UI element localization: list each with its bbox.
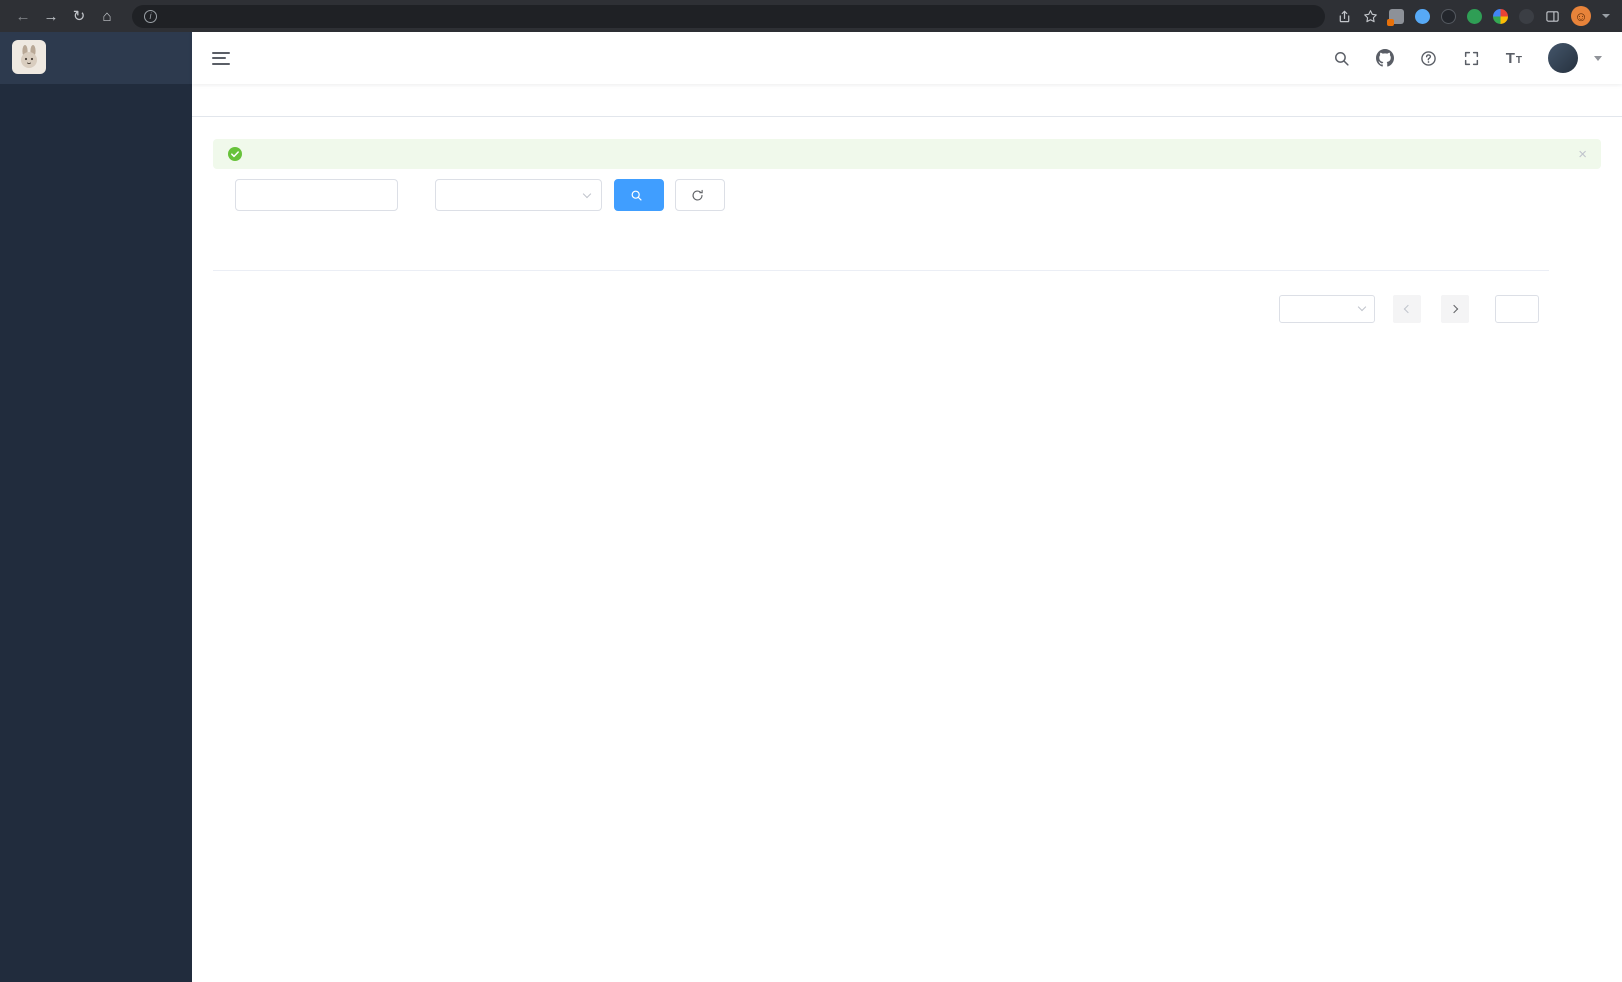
topbar-actions: TT <box>1333 43 1602 73</box>
extensions-puzzle-icon[interactable] <box>1493 9 1508 24</box>
chevron-down-icon <box>1358 303 1366 311</box>
side-panel-icon[interactable] <box>1545 9 1560 24</box>
user-menu[interactable] <box>1548 43 1602 73</box>
sidebar-menu <box>0 84 192 982</box>
user-id-input[interactable] <box>235 179 398 211</box>
site-info-icon[interactable]: i <box>144 10 157 23</box>
page-content: × <box>192 117 1622 982</box>
reset-button[interactable] <box>675 179 725 211</box>
back-icon[interactable]: ← <box>10 3 36 29</box>
prev-page-button[interactable] <box>1393 295 1421 323</box>
tags-bar <box>192 84 1622 117</box>
close-icon[interactable]: × <box>1578 147 1587 162</box>
search-button[interactable] <box>614 179 664 211</box>
col-expire-time <box>1217 230 1394 270</box>
filter-bar <box>213 179 1601 211</box>
col-access-token <box>213 230 503 270</box>
token-table <box>213 230 1549 271</box>
table-header-row <box>213 230 1549 270</box>
goto-page-input[interactable] <box>1495 295 1539 323</box>
logo-avatar <box>12 40 46 77</box>
forward-icon[interactable]: → <box>38 3 64 29</box>
refresh-icon <box>691 189 704 202</box>
bookmark-star-icon[interactable] <box>1363 9 1378 24</box>
help-icon[interactable] <box>1420 50 1437 67</box>
github-icon[interactable] <box>1376 49 1394 67</box>
extension-icon[interactable] <box>1389 9 1404 24</box>
browser-profile-avatar[interactable]: ☺ <box>1571 6 1591 26</box>
success-check-icon <box>227 146 243 162</box>
browser-actions: ☺ <box>1337 6 1612 26</box>
col-actions <box>1394 230 1549 270</box>
search-icon <box>630 189 643 202</box>
address-bar[interactable]: i <box>132 5 1325 28</box>
col-create-time <box>1046 230 1217 270</box>
home-icon[interactable]: ⌂ <box>94 3 120 29</box>
col-user-type <box>947 230 1046 270</box>
browser-chrome: ← → ↻ ⌂ i ☺ <box>0 0 1622 32</box>
page-size-select[interactable] <box>1279 295 1375 323</box>
font-size-icon[interactable]: TT <box>1506 51 1522 66</box>
topbar: TT <box>192 32 1622 84</box>
sidebar-toggle-icon[interactable] <box>212 52 230 65</box>
user-type-select[interactable] <box>435 179 602 211</box>
chevron-down-icon[interactable] <box>1602 14 1610 18</box>
extension-icon[interactable] <box>1467 9 1482 24</box>
extension-icon[interactable] <box>1415 9 1430 24</box>
doc-alert: × <box>213 139 1601 169</box>
share-icon[interactable] <box>1337 9 1352 24</box>
chevron-down-icon <box>583 189 591 197</box>
search-icon[interactable] <box>1333 50 1350 67</box>
chevron-left-icon <box>1404 304 1412 312</box>
extension-icon[interactable] <box>1441 9 1456 24</box>
col-refresh-token <box>503 230 792 270</box>
chevron-right-icon <box>1450 304 1458 312</box>
chevron-down-icon <box>1594 56 1602 61</box>
pagination <box>213 295 1549 343</box>
col-user-id <box>792 230 947 270</box>
fullscreen-icon[interactable] <box>1463 50 1480 67</box>
app-logo[interactable] <box>0 32 192 84</box>
extension-icon[interactable] <box>1519 9 1534 24</box>
user-avatar <box>1548 43 1578 73</box>
sidebar <box>0 32 192 982</box>
reload-icon[interactable]: ↻ <box>66 3 92 29</box>
next-page-button[interactable] <box>1441 295 1469 323</box>
